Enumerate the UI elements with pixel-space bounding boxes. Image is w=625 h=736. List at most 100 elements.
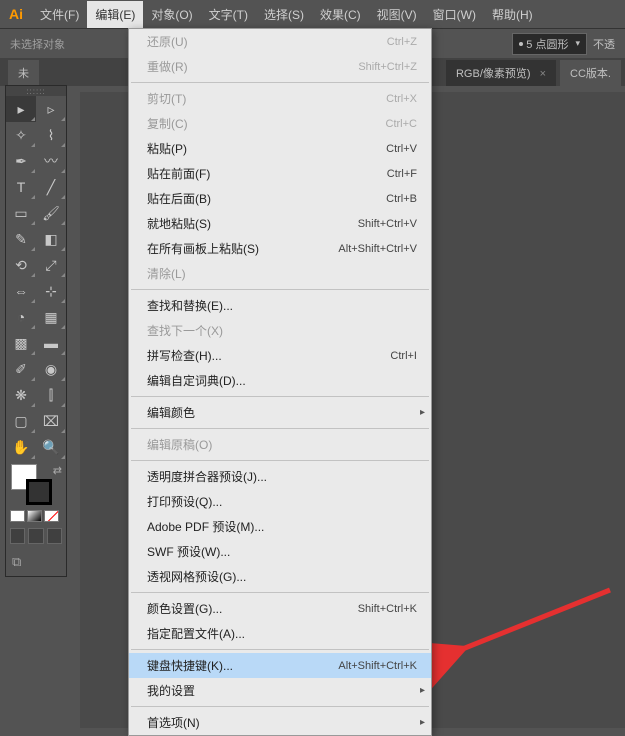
- menu-item: 清除(L): [129, 261, 431, 286]
- menu-item[interactable]: 打印预设(Q)...: [129, 489, 431, 514]
- menu-item-shortcut: Ctrl+V: [386, 143, 417, 155]
- swap-fill-stroke-icon[interactable]: ⇄: [53, 464, 62, 477]
- menu-item[interactable]: 编辑自定词典(D)...: [129, 368, 431, 393]
- tool-curvature[interactable]: 〰: [36, 148, 66, 174]
- tool-column-graph[interactable]: ⫿: [36, 382, 66, 408]
- tool-scale[interactable]: ⤢: [36, 252, 66, 278]
- tool-slice[interactable]: ⌧: [36, 408, 66, 434]
- doc-tab-cc[interactable]: CC版本.: [560, 60, 621, 86]
- menu-item: 编辑原稿(O): [129, 432, 431, 457]
- menu-item[interactable]: 查找和替换(E)...: [129, 293, 431, 318]
- doc-tab-partial[interactable]: 未: [8, 60, 39, 86]
- tool-symbol-sprayer[interactable]: ❋: [6, 382, 36, 408]
- menu-item-shortcut: Ctrl+X: [386, 93, 417, 105]
- menu-item[interactable]: 编辑颜色: [129, 400, 431, 425]
- menu-effect[interactable]: 效果(C): [312, 1, 369, 28]
- screen-mode-icon[interactable]: ⧉: [12, 554, 21, 570]
- menu-item[interactable]: 拼写检查(H)... Ctrl+I: [129, 343, 431, 368]
- menu-item-label: 查找和替换(E)...: [147, 297, 233, 314]
- menu-item-label: 透明度拼合器预设(J)...: [147, 468, 267, 485]
- menu-item[interactable]: Adobe PDF 预设(M)...: [129, 514, 431, 539]
- tool-artboard[interactable]: ▢: [6, 408, 36, 434]
- none-mode-icon[interactable]: [44, 510, 59, 522]
- tool-shaper[interactable]: ✎: [6, 226, 36, 252]
- tool-eraser[interactable]: ◧: [36, 226, 66, 252]
- menu-separator: [131, 289, 429, 290]
- menu-item-label: 重做(R): [147, 58, 188, 75]
- menu-separator: [131, 396, 429, 397]
- menu-item[interactable]: 贴在前面(F)Ctrl+F: [129, 161, 431, 186]
- menu-item-label: 编辑原稿(O): [147, 436, 212, 453]
- tool-gradient[interactable]: ▬: [36, 330, 66, 356]
- menu-window[interactable]: 窗口(W): [425, 1, 484, 28]
- menu-object[interactable]: 对象(O): [143, 1, 200, 28]
- tool-magic-wand[interactable]: ✧: [6, 122, 36, 148]
- fill-stroke-swatch[interactable]: ⇄: [6, 460, 66, 508]
- tool-type[interactable]: T: [6, 174, 36, 200]
- tool-rotate[interactable]: ⟲: [6, 252, 36, 278]
- menu-item[interactable]: SWF 预设(W)...: [129, 539, 431, 564]
- panel-handle[interactable]: ::::::: [6, 86, 66, 96]
- tool-line[interactable]: ╱: [36, 174, 66, 200]
- tool-zoom[interactable]: 🔍: [36, 434, 66, 460]
- menu-item-shortcut: Ctrl+I: [390, 350, 417, 362]
- menu-item-shortcut: Alt+Shift+Ctrl+V: [338, 243, 417, 255]
- tool-direct-selection[interactable]: ▹: [36, 96, 66, 122]
- menu-item[interactable]: 在所有画板上粘贴(S)Alt+Shift+Ctrl+V: [129, 236, 431, 261]
- menu-item-label: 我的设置: [147, 682, 195, 699]
- menu-item[interactable]: 键盘快捷键(K)...Alt+Shift+Ctrl+K: [129, 653, 431, 678]
- menu-help[interactable]: 帮助(H): [484, 1, 541, 28]
- tool-shape-builder[interactable]: ◔: [6, 304, 36, 330]
- menu-item[interactable]: 指定配置文件(A)...: [129, 621, 431, 646]
- menu-view[interactable]: 视图(V): [369, 1, 425, 28]
- menu-item[interactable]: 首选项(N): [129, 710, 431, 735]
- tool-paintbrush[interactable]: 🖌: [36, 200, 66, 226]
- menu-item-label: 还原(U): [147, 33, 188, 50]
- menu-item[interactable]: 透明度拼合器预设(J)...: [129, 464, 431, 489]
- menu-item[interactable]: 贴在后面(B)Ctrl+B: [129, 186, 431, 211]
- menu-item-label: 透视网格预设(G)...: [147, 568, 246, 585]
- tool-selection[interactable]: ▸: [6, 96, 36, 122]
- menu-item[interactable]: 粘贴(P)Ctrl+V: [129, 136, 431, 161]
- edit-menu-dropdown: 还原(U)Ctrl+Z重做(R)Shift+Ctrl+Z剪切(T)Ctrl+X复…: [128, 28, 432, 736]
- tool-rectangle[interactable]: ▭: [6, 200, 36, 226]
- menu-edit[interactable]: 编辑(E): [87, 1, 143, 28]
- menu-item-label: 拼写检查(H)...: [147, 347, 222, 364]
- menu-item[interactable]: 我的设置: [129, 678, 431, 703]
- tool-free-transform[interactable]: ⊹: [36, 278, 66, 304]
- menu-item-label: 就地粘贴(S): [147, 215, 211, 232]
- menu-select[interactable]: 选择(S): [256, 1, 312, 28]
- tool-perspective[interactable]: ▦: [36, 304, 66, 330]
- draw-mode-inside[interactable]: [47, 528, 62, 544]
- tool-mesh[interactable]: ▩: [6, 330, 36, 356]
- menu-item-shortcut: Shift+Ctrl+V: [358, 218, 417, 230]
- draw-mode-behind[interactable]: [28, 528, 43, 544]
- menu-separator: [131, 82, 429, 83]
- tool-pen[interactable]: ✒: [6, 148, 36, 174]
- draw-mode-normal[interactable]: [10, 528, 25, 544]
- stroke-color[interactable]: [26, 479, 52, 505]
- gradient-mode-icon[interactable]: [27, 510, 42, 522]
- close-icon[interactable]: ×: [540, 68, 546, 80]
- tool-eyedropper[interactable]: ✐: [6, 356, 36, 382]
- menu-item: 查找下一个(X): [129, 318, 431, 343]
- menu-item-label: 剪切(T): [147, 90, 186, 107]
- menu-item-label: 首选项(N): [147, 714, 200, 731]
- menu-item[interactable]: 就地粘贴(S) Shift+Ctrl+V: [129, 211, 431, 236]
- menu-item-label: 查找下一个(X): [147, 322, 223, 339]
- doc-tab-active[interactable]: RGB/像素预览) ×: [446, 60, 556, 86]
- menu-type[interactable]: 文字(T): [201, 1, 256, 28]
- tool-width[interactable]: ⇔: [6, 278, 36, 304]
- color-mode-icon[interactable]: [10, 510, 25, 522]
- menu-item[interactable]: 透视网格预设(G)...: [129, 564, 431, 589]
- menu-file[interactable]: 文件(F): [32, 1, 87, 28]
- menu-item-shortcut: Ctrl+C: [386, 118, 417, 130]
- menu-item-label: 颜色设置(G)...: [147, 600, 222, 617]
- menu-item[interactable]: 颜色设置(G)...Shift+Ctrl+K: [129, 596, 431, 621]
- menu-separator: [131, 649, 429, 650]
- tool-lasso[interactable]: ⌇: [36, 122, 66, 148]
- annotation-arrow: [450, 580, 620, 705]
- tool-blend[interactable]: ◉: [36, 356, 66, 382]
- tool-hand[interactable]: ✋: [6, 434, 36, 460]
- stroke-profile-dropdown[interactable]: 5 点圆形 ▾: [512, 33, 587, 55]
